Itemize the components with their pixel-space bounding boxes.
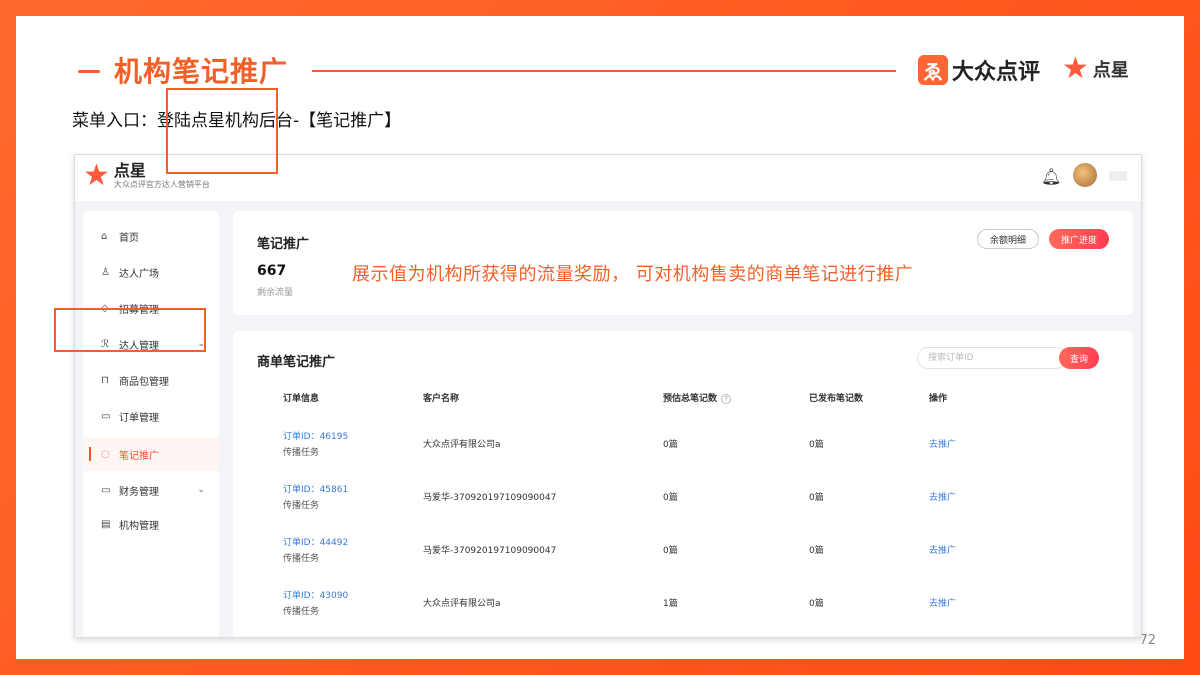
app-star-icon: ★ — [83, 158, 110, 193]
sidebar-item-package[interactable]: ⊓ 商品包管理 — [83, 363, 219, 397]
app-screenshot: ★ 点星 大众点评官方达人营销平台 🔔︎ ⌂ 首页 ♙ 达人广场 ◇ 招募管理 — [74, 154, 1142, 638]
order-id-link[interactable]: 订单ID：44492 — [283, 535, 348, 548]
sidebar-item-label: 笔记推广 — [119, 450, 159, 462]
home-icon: ⌂ — [101, 230, 108, 242]
published-count: 0篇 — [809, 546, 824, 556]
doc-icon: ▤ — [101, 518, 111, 530]
card-icon: ▭ — [101, 484, 111, 496]
order-info: 订单ID：43090 传播任务 — [283, 588, 348, 617]
published-count: 0篇 — [809, 599, 824, 609]
summary-title: 笔记推广 — [257, 237, 310, 252]
order-info: 订单ID：46195 传播任务 — [283, 429, 348, 458]
promote-link[interactable]: 去推广 — [929, 543, 956, 556]
order-info: 订单ID：45861 传播任务 — [283, 482, 348, 511]
order-task: 传播任务 — [283, 448, 320, 458]
dianping-logo-icon: ゑ — [918, 55, 948, 85]
help-icon[interactable]: ? — [721, 394, 732, 404]
orders-title: 商单笔记推广 — [257, 355, 336, 370]
order-info: 订单ID：44492 传播任务 — [283, 535, 348, 564]
dianxing-star-icon: ★ — [1062, 51, 1089, 86]
sidebar-item-label: 首页 — [119, 232, 139, 244]
customer-name: 大众点评有限公司a — [423, 440, 501, 450]
calendar-icon: ▭ — [101, 410, 111, 422]
column-header-label: 预估总笔记数 — [663, 394, 718, 404]
customer-name: 马爱华-370920197109090047 — [423, 493, 557, 503]
published-count: 0篇 — [809, 493, 824, 503]
chevron-down-icon: ⌄ — [197, 485, 205, 495]
order-id-link[interactable]: 订单ID：43090 — [283, 588, 348, 601]
slide-title: 机构笔记推广 — [114, 55, 289, 88]
highlight-box-summary — [166, 88, 278, 174]
promote-link[interactable]: 去推广 — [929, 596, 956, 609]
dianxing-brand-name: 点星 — [1092, 60, 1129, 81]
table-row: 订单ID：43090 传播任务 大众点评有限公司a 1篇 0篇 去推广 — [233, 582, 1133, 635]
sidebar-item-note-promotion[interactable]: ◌ 笔记推广 — [83, 437, 219, 471]
promote-link[interactable]: 去推广 — [929, 437, 956, 450]
estimated-count: 0篇 — [663, 546, 678, 556]
estimated-count: 0篇 — [663, 440, 678, 450]
order-task: 传播任务 — [283, 607, 320, 617]
title-dash — [78, 70, 100, 73]
column-header-estimated: 预估总笔记数? — [663, 391, 732, 404]
order-task: 传播任务 — [283, 501, 320, 511]
column-header: 已发布笔记数 — [809, 394, 864, 404]
avatar[interactable] — [1073, 163, 1097, 187]
sidebar-item-talent-square[interactable]: ♙ 达人广场 — [83, 255, 219, 289]
order-task: 传播任务 — [283, 554, 320, 564]
sidebar-item-org[interactable]: ▤ 机构管理 — [83, 507, 219, 541]
balance-detail-button[interactable]: 余额明细 — [977, 229, 1039, 249]
sidebar-item-label: 达人广场 — [119, 268, 159, 280]
sidebar-item-label: 机构管理 — [119, 520, 159, 532]
sidebar-item-label: 订单管理 — [119, 412, 159, 424]
order-search-input[interactable] — [917, 347, 1067, 369]
table-row: 订单ID：44492 传播任务 马爱华-370920197109090047 0… — [233, 529, 1133, 582]
menu-icon[interactable] — [1109, 171, 1127, 181]
app-logo-subtitle: 大众点评官方达人营销平台 — [113, 180, 210, 189]
estimated-count: 0篇 — [663, 493, 678, 503]
promote-link[interactable]: 去推广 — [929, 490, 956, 503]
dianping-brand-name: 大众点评 — [952, 60, 1041, 85]
sidebar-item-finance[interactable]: ▭ 财务管理 ⌄ — [83, 473, 219, 507]
bell-icon[interactable]: 🔔︎ — [1041, 167, 1061, 186]
table-row: 订单ID：46195 传播任务 大众点评有限公司a 0篇 0篇 去推广 — [233, 423, 1133, 476]
slide: 机构笔记推广 ゑ 大众点评 ★ 点星 菜单入口：登陆点星机构后台-【笔记推广】 … — [16, 16, 1184, 659]
sidebar: ⌂ 首页 ♙ 达人广场 ◇ 招募管理 ℛ 达人管理 ⌄ ⊓ 商品包管理 ▭ 订单… — [83, 211, 219, 637]
column-header: 操作 — [929, 394, 948, 404]
estimated-count: 1篇 — [663, 599, 678, 609]
sidebar-item-home[interactable]: ⌂ 首页 — [83, 219, 219, 253]
promotion-progress-button[interactable]: 推广进度 — [1049, 229, 1109, 249]
sidebar-item-orders[interactable]: ▭ 订单管理 — [83, 399, 219, 433]
order-id-link[interactable]: 订单ID：45861 — [283, 482, 348, 495]
sidebar-item-label: 商品包管理 — [119, 376, 169, 388]
package-icon: ⊓ — [101, 374, 109, 386]
customer-name: 马爱华-370920197109090047 — [423, 546, 557, 556]
published-count: 0篇 — [809, 440, 824, 450]
orders-card: 商单笔记推广 查询 订单信息 客户名称 预估总笔记数? 已发布笔记数 操作 订单… — [233, 331, 1133, 637]
dianping-brand: ゑ 大众点评 — [918, 54, 1040, 86]
fire-icon: ◌ — [101, 448, 110, 460]
highlight-box-sidebar — [54, 308, 206, 352]
annotation-text: 展示值为机构所获得的流量奖励， 可对机构售卖的商单笔记进行推广 — [352, 264, 914, 285]
summary-sub: 剩余流量 — [257, 288, 294, 298]
summary-value: 667 — [257, 263, 287, 279]
sidebar-item-label: 财务管理 — [119, 486, 159, 498]
search-button[interactable]: 查询 — [1059, 347, 1099, 369]
column-header: 客户名称 — [423, 394, 460, 404]
title-underline — [312, 70, 896, 72]
customer-name: 大众点评有限公司a — [423, 599, 501, 609]
user-icon: ♙ — [101, 266, 110, 278]
column-header: 订单信息 — [283, 394, 320, 404]
dianxing-brand: ★ 点星 — [1062, 54, 1129, 84]
table-row: 订单ID：45861 传播任务 马爱华-370920197109090047 0… — [233, 476, 1133, 529]
order-id-link[interactable]: 订单ID：46195 — [283, 429, 348, 442]
